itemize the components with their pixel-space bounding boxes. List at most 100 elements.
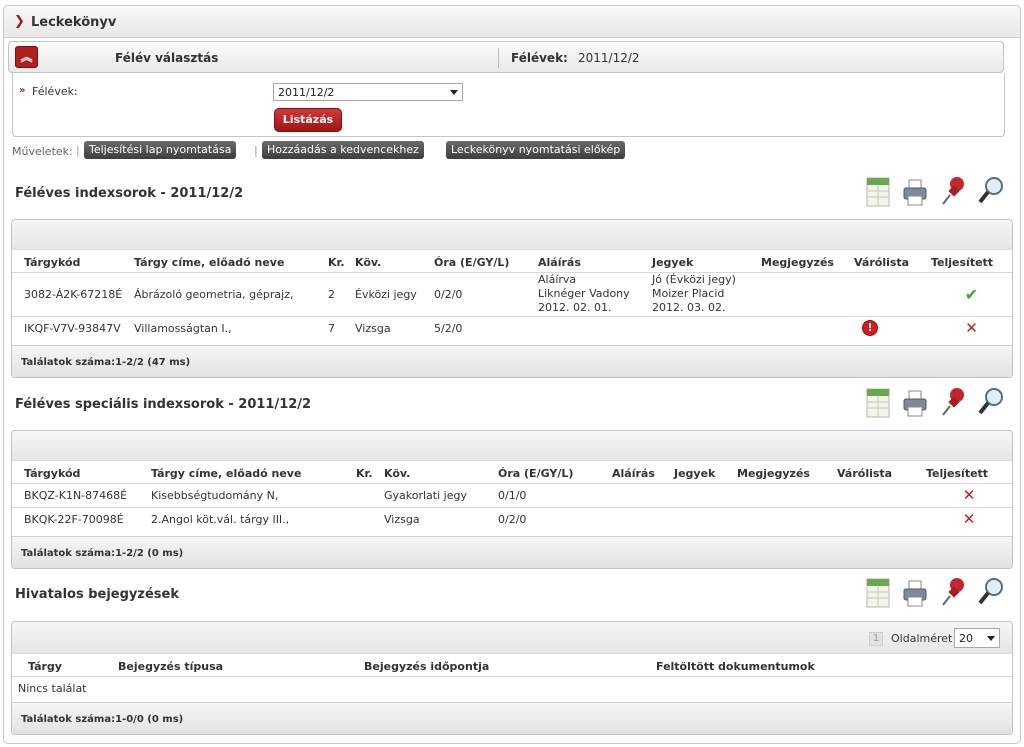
table-row[interactable]: BKQK-22F-70098É 2.Angol köt.vál. tárgy I… [12, 506, 1012, 531]
signature-cell [538, 315, 652, 340]
official-entries-title: Hivatalos bejegyzések [15, 587, 179, 602]
column-header[interactable]: Bejegyzés típusa [118, 654, 364, 676]
credits: 7 [328, 315, 355, 340]
magnifier-icon[interactable] [977, 174, 1005, 208]
grades-cell [652, 315, 761, 340]
hours: 0/2/0 [498, 506, 612, 531]
separator: | [76, 144, 80, 157]
table-row[interactable]: BKQZ-K1N-87468É Kisebbségtudomány N, Gya… [12, 482, 1012, 507]
column-header[interactable]: Jegyek [674, 461, 737, 483]
signature-lecturer: Liknéger Vadony [538, 287, 630, 300]
add-to-favorites-button[interactable]: Hozzáadás a kedvencekhez [262, 141, 424, 159]
xls-export-icon[interactable] [864, 575, 892, 609]
special-rows-panel: Tárgykód Tárgy címe, előadó neve Kr. Köv… [11, 430, 1013, 569]
column-header[interactable]: Várólista [854, 250, 931, 272]
completed-cell: ✔ [931, 271, 1012, 316]
column-header[interactable]: Megjegyzés [761, 250, 854, 272]
current-semester-value: 2011/12/2 [578, 51, 640, 65]
list-button[interactable]: Listázás [274, 108, 342, 132]
divider [498, 48, 499, 68]
pin-icon[interactable] [939, 174, 967, 208]
credits [356, 482, 384, 507]
column-header[interactable]: Jegyek [652, 250, 761, 272]
empty-message: Nincs találat [12, 675, 1012, 700]
semester-form: » Félévek: 2011/12/2 Listázás [12, 73, 1005, 137]
semester-select[interactable]: 2011/12/2 [273, 83, 463, 101]
credits [356, 506, 384, 531]
page-size-label: Oldalméret [891, 632, 953, 645]
column-header[interactable]: Teljesített [926, 461, 1012, 483]
warning-icon[interactable]: ! [862, 320, 878, 337]
column-header[interactable]: Megjegyzés [737, 461, 837, 483]
column-header[interactable]: Aláírás [538, 250, 652, 272]
results-count: Találatok száma:1-2/2 (47 ms) [12, 345, 1012, 377]
signature [612, 482, 674, 507]
page-number[interactable]: 1 [869, 632, 883, 646]
completed-cell: ✕ [931, 315, 1012, 340]
print-icon[interactable] [901, 385, 929, 419]
grade-date: 2012. 03. 02. [652, 301, 726, 314]
column-header[interactable]: Köv. [355, 250, 434, 272]
panel-header [12, 220, 1012, 250]
official-entries-panel: 1 Oldalméret 20 Tárgy Bejegyzés típusa B… [11, 621, 1013, 735]
cross-icon: ✕ [962, 510, 976, 529]
chevron-down-icon [450, 90, 458, 95]
xls-export-icon[interactable] [864, 385, 892, 419]
waitlist [837, 482, 926, 507]
panel-header [12, 431, 1012, 461]
collapse-button[interactable]: ︽ [15, 46, 38, 68]
column-header[interactable]: Feltöltött dokumentumok [656, 654, 1012, 676]
table-row[interactable]: IKQF-V7V-93847V Villamosságtan I., 7 Viz… [12, 315, 1012, 340]
index-rows-table: Tárgykód Tárgy címe, előadó neve Kr. Köv… [12, 250, 1012, 340]
operations-bar: Műveletek: | Teljesítési lap nyomtatása … [12, 141, 652, 161]
requirement: Gyakorlati jegy [384, 482, 498, 507]
column-header[interactable]: Tárgy címe, előadó neve [151, 461, 356, 483]
requirement: Vizsga [384, 506, 498, 531]
column-header[interactable]: Köv. [384, 461, 498, 483]
page-title: Leckekönyv [31, 15, 117, 30]
print-preview-button[interactable]: Leckekönyv nyomtatási előkép [446, 141, 626, 159]
print-completion-sheet-button[interactable]: Teljesítési lap nyomtatása [84, 141, 237, 159]
column-header[interactable]: Óra (E/GY/L) [434, 250, 538, 272]
chevron-right-icon: ❯ [14, 14, 25, 29]
column-header[interactable]: Kr. [356, 461, 384, 483]
current-semester-label: Félévek: [511, 51, 568, 65]
hours: 0/2/0 [434, 271, 538, 316]
column-header[interactable]: Aláírás [612, 461, 674, 483]
semester-header: ︽ Félév választás Félévek: 2011/12/2 [8, 41, 1004, 73]
xls-export-icon[interactable] [864, 174, 892, 208]
grade-value: Jó (Évközi jegy) [652, 273, 736, 286]
signature-cell: Aláírva Liknéger Vadony 2012. 02. 01. [538, 271, 652, 316]
results-count: Találatok száma:1-0/0 (0 ms) [12, 702, 1012, 734]
page-size-select[interactable]: 20 [954, 628, 1000, 648]
magnifier-icon[interactable] [977, 575, 1005, 609]
expand-arrow-icon: » [19, 85, 26, 96]
requirement: Vizsga [355, 315, 434, 340]
index-rows-title: Féléves indexsorok - 2011/12/2 [15, 186, 244, 201]
index-rows-panel: Tárgykód Tárgy címe, előadó neve Kr. Köv… [11, 219, 1013, 378]
title-bar: ❯ Leckekönyv [4, 6, 1020, 38]
column-header[interactable]: Óra (E/GY/L) [498, 461, 612, 483]
column-header[interactable]: Várólista [837, 461, 926, 483]
column-header[interactable]: Tárgykód [12, 461, 151, 483]
results-count: Találatok száma:1-2/2 (0 ms) [12, 536, 1012, 568]
waitlist [837, 506, 926, 531]
pin-icon[interactable] [939, 385, 967, 419]
column-header[interactable]: Tárgy címe, előadó neve [134, 250, 328, 272]
subject-code: 3082-Á2K-67218É [12, 271, 134, 316]
subject-code: BKQZ-K1N-87468É [12, 482, 151, 507]
grades-cell: Jó (Évközi jegy) Moizer Placid 2012. 03.… [652, 271, 761, 316]
completed-cell: ✕ [926, 506, 1012, 531]
column-header[interactable]: Bejegyzés időpontja [364, 654, 656, 676]
pin-icon[interactable] [939, 575, 967, 609]
magnifier-icon[interactable] [977, 385, 1005, 419]
print-icon[interactable] [901, 174, 929, 208]
print-icon[interactable] [901, 575, 929, 609]
column-header[interactable]: Teljesített [931, 250, 1012, 272]
table-header-row: Tárgykód Tárgy címe, előadó neve Kr. Köv… [12, 461, 1012, 483]
column-header[interactable]: Kr. [328, 250, 355, 272]
table-row[interactable]: 3082-Á2K-67218É Ábrázoló geometria, gépr… [12, 271, 1012, 316]
subject-code: BKQK-22F-70098É [12, 506, 151, 531]
column-header[interactable]: Tárgy [12, 654, 118, 676]
column-header[interactable]: Tárgykód [12, 250, 134, 272]
